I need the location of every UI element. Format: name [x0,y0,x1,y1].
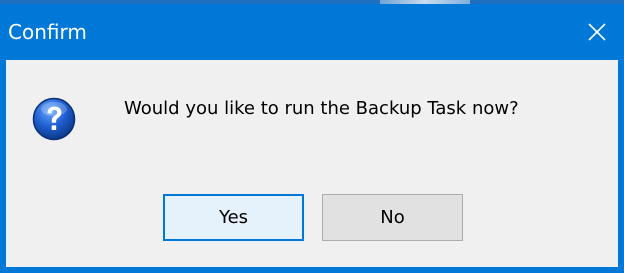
question-icon [32,97,76,141]
window-title: Confirm [8,20,87,44]
confirm-dialog-window: Confirm Would you like to run the Backup… [0,4,624,273]
yes-button[interactable]: Yes [163,194,304,241]
close-icon [588,23,606,41]
dialog-message: Would you like to run the Backup Task no… [124,98,519,119]
no-button[interactable]: No [322,194,463,241]
title-bar[interactable]: Confirm [0,4,624,60]
close-button[interactable] [570,4,624,60]
dialog-body: Would you like to run the Backup Task no… [6,60,618,267]
